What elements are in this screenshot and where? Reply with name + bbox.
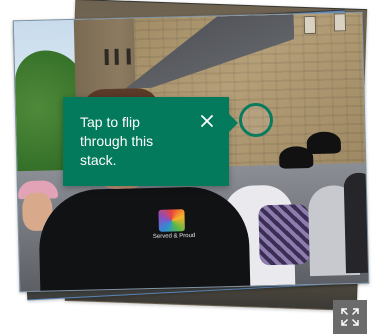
photo-black-hat xyxy=(306,131,342,155)
photo-person-dark xyxy=(343,172,370,274)
close-icon xyxy=(201,115,213,127)
tap-target-highlight[interactable] xyxy=(239,103,273,137)
expand-icon xyxy=(341,308,359,326)
shirt-logo-text: Served & Proud xyxy=(152,232,196,240)
shirt-logo xyxy=(158,209,185,232)
coach-mark-text: Tap to flip through this stack. xyxy=(80,114,154,168)
expand-button[interactable] xyxy=(333,300,367,334)
photo-person-black-shirt xyxy=(37,185,251,293)
coach-mark-callout: Tap to flip through this stack. xyxy=(63,97,238,186)
photo-backpack xyxy=(258,204,310,266)
coach-mark-close-button[interactable] xyxy=(197,111,217,131)
image-stack-viewer: Served & Proud Tap to flip through this … xyxy=(0,0,374,334)
